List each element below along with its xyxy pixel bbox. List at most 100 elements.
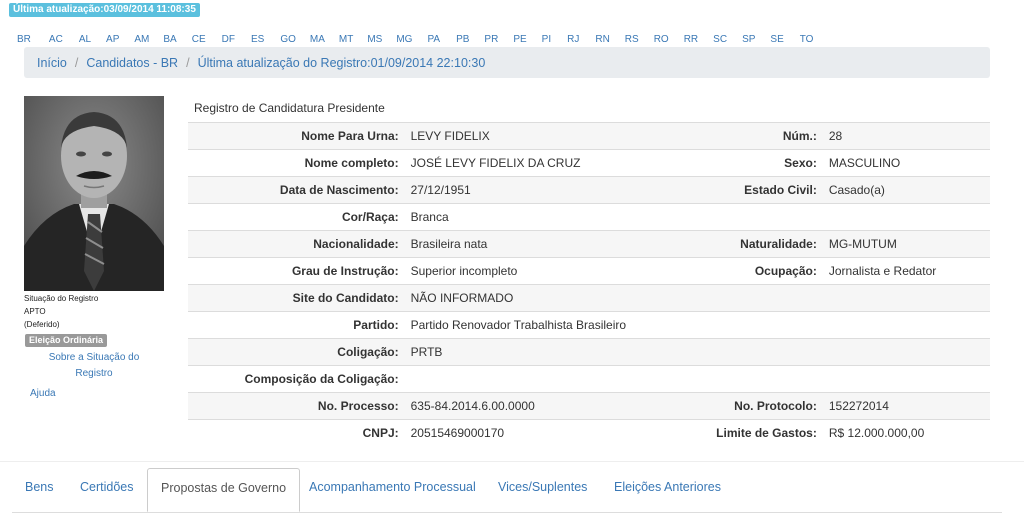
cnpj-label: CNPJ: bbox=[188, 419, 405, 447]
party-label: Partido: bbox=[188, 311, 405, 339]
state-link-sc[interactable]: SC bbox=[713, 33, 727, 47]
full-name-value: JOSÉ LEVY FIDELIX DA CRUZ bbox=[404, 149, 711, 177]
spending-limit-value: R$ 12.000.000,00 bbox=[822, 419, 990, 447]
table-row: Grau de Instrução: Superior incompleto O… bbox=[188, 257, 990, 285]
help-link[interactable]: Ajuda bbox=[30, 386, 56, 402]
breadcrumb-separator: / bbox=[186, 55, 190, 70]
tab-certidoes[interactable]: Certidões bbox=[80, 468, 134, 506]
number-value: 28 bbox=[822, 122, 990, 150]
party-value: Partido Renovador Trabalhista Brasileiro bbox=[404, 311, 711, 339]
registration-title: Registro de Candidatura Presidente bbox=[194, 101, 385, 115]
education-value: Superior incompleto bbox=[404, 257, 711, 285]
education-label: Grau de Instrução: bbox=[188, 257, 405, 285]
empty-label bbox=[710, 365, 823, 393]
coalition-composition-label: Composição da Coligação: bbox=[188, 365, 405, 393]
table-row: Nome completo: JOSÉ LEVY FIDELIX DA CRUZ… bbox=[188, 149, 990, 177]
empty-value bbox=[822, 311, 990, 339]
state-link-pi[interactable]: PI bbox=[542, 33, 551, 47]
state-link-ba[interactable]: BA bbox=[163, 33, 176, 47]
protocol-number-label: No. Protocolo: bbox=[710, 392, 823, 420]
state-link-ro[interactable]: RO bbox=[654, 33, 669, 47]
empty-label bbox=[710, 284, 823, 312]
process-number-label: No. Processo: bbox=[188, 392, 405, 420]
table-row: Data de Nascimento: 27/12/1951 Estado Ci… bbox=[188, 176, 990, 204]
state-link-mg[interactable]: MG bbox=[396, 33, 412, 47]
protocol-number-value: 152272014 bbox=[822, 392, 990, 420]
state-link-ap[interactable]: AP bbox=[106, 33, 119, 47]
last-update-badge: Última atualização:03/09/2014 11:08:35 bbox=[9, 3, 200, 17]
candidate-photo bbox=[24, 96, 164, 291]
process-number-value: 635-84.2014.6.00.0000 bbox=[404, 392, 711, 420]
birthplace-value: MG-MUTUM bbox=[822, 230, 990, 258]
marital-status-label: Estado Civil: bbox=[710, 176, 823, 204]
state-link-df[interactable]: DF bbox=[222, 33, 235, 47]
occupation-value: Jornalista e Redator bbox=[822, 257, 990, 285]
state-link-ac[interactable]: AC bbox=[49, 33, 63, 47]
table-row: Cor/Raça: Branca bbox=[188, 203, 990, 231]
tab-propostas-de-governo[interactable]: Propostas de Governo bbox=[147, 468, 301, 512]
website-value: NÃO INFORMADO bbox=[404, 284, 711, 312]
situation-label: Situação do Registro bbox=[24, 294, 99, 303]
tab-acompanhamento-processual[interactable]: Acompanhamento Processual bbox=[309, 468, 476, 506]
table-row: Nome Para Urna: LEVY FIDELIX Núm.: 28 bbox=[188, 122, 990, 150]
state-link-mt[interactable]: MT bbox=[339, 33, 353, 47]
state-link-ms[interactable]: MS bbox=[367, 33, 382, 47]
sex-value: MASCULINO bbox=[822, 149, 990, 177]
tab-bar: Bens Certidões Propostas de Governo Acom… bbox=[12, 466, 1002, 513]
state-link-rs[interactable]: RS bbox=[625, 33, 639, 47]
state-link-rr[interactable]: RR bbox=[684, 33, 698, 47]
coalition-label: Coligação: bbox=[188, 338, 405, 366]
ballot-name-value: LEVY FIDELIX bbox=[404, 122, 711, 150]
number-label: Núm.: bbox=[710, 122, 823, 150]
situation-detail: (Deferido) bbox=[24, 320, 60, 329]
table-row: Nacionalidade: Brasileira nata Naturalid… bbox=[188, 230, 990, 258]
state-link-es[interactable]: ES bbox=[251, 33, 264, 47]
breadcrumb-candidates[interactable]: Candidatos - BR bbox=[86, 56, 178, 70]
table-row: CNPJ: 20515469000170 Limite de Gastos: R… bbox=[188, 419, 990, 447]
state-link-br[interactable]: BR bbox=[17, 33, 31, 47]
candidate-info-table: Nome Para Urna: LEVY FIDELIX Núm.: 28 No… bbox=[188, 122, 990, 447]
birthplace-label: Naturalidade: bbox=[710, 230, 823, 258]
occupation-label: Ocupação: bbox=[710, 257, 823, 285]
registration-situation: Situação do Registro APTO (Deferido) bbox=[24, 292, 98, 331]
state-link-go[interactable]: GO bbox=[280, 33, 296, 47]
race-value: Branca bbox=[404, 203, 711, 231]
state-link-am[interactable]: AM bbox=[134, 33, 149, 47]
sex-label: Sexo: bbox=[710, 149, 823, 177]
state-link-se[interactable]: SE bbox=[770, 33, 783, 47]
tab-bens[interactable]: Bens bbox=[25, 468, 54, 506]
table-row: No. Processo: 635-84.2014.6.00.0000 No. … bbox=[188, 392, 990, 420]
state-link-pb[interactable]: PB bbox=[456, 33, 469, 47]
tab-eleicoes-anteriores[interactable]: Eleições Anteriores bbox=[614, 468, 721, 506]
empty-value bbox=[822, 284, 990, 312]
state-link-rn[interactable]: RN bbox=[595, 33, 609, 47]
state-link-ce[interactable]: CE bbox=[192, 33, 206, 47]
state-link-al[interactable]: AL bbox=[79, 33, 91, 47]
empty-label bbox=[710, 338, 823, 366]
empty-value bbox=[822, 203, 990, 231]
birth-date-label: Data de Nascimento: bbox=[188, 176, 405, 204]
birth-date-value: 27/12/1951 bbox=[404, 176, 711, 204]
breadcrumb-home[interactable]: Início bbox=[37, 56, 67, 70]
empty-label bbox=[710, 203, 823, 231]
empty-value bbox=[822, 365, 990, 393]
breadcrumb-last-update[interactable]: Última atualização do Registro:01/09/201… bbox=[198, 56, 486, 70]
empty-label bbox=[710, 311, 823, 339]
state-link-to[interactable]: TO bbox=[800, 33, 814, 47]
race-label: Cor/Raça: bbox=[188, 203, 405, 231]
state-link-sp[interactable]: SP bbox=[742, 33, 755, 47]
state-link-rj[interactable]: RJ bbox=[567, 33, 579, 47]
tab-vices-suplentes[interactable]: Vices/Suplentes bbox=[498, 468, 587, 506]
breadcrumb-separator: / bbox=[74, 55, 79, 70]
ballot-name-label: Nome Para Urna: bbox=[188, 122, 405, 150]
marital-status-value: Casado(a) bbox=[822, 176, 990, 204]
coalition-value: PRTB bbox=[404, 338, 711, 366]
state-nav: BR AC AL AP AM BA CE DF ES GO MA MT MS M… bbox=[17, 33, 813, 47]
about-situation-link[interactable]: Sobre a Situação do Registro bbox=[40, 350, 148, 382]
election-type-badge: Eleição Ordinária bbox=[25, 334, 108, 347]
table-row: Composição da Coligação: bbox=[188, 365, 990, 393]
state-link-pe[interactable]: PE bbox=[513, 33, 526, 47]
state-link-ma[interactable]: MA bbox=[310, 33, 325, 47]
state-link-pa[interactable]: PA bbox=[427, 33, 440, 47]
state-link-pr[interactable]: PR bbox=[484, 33, 498, 47]
